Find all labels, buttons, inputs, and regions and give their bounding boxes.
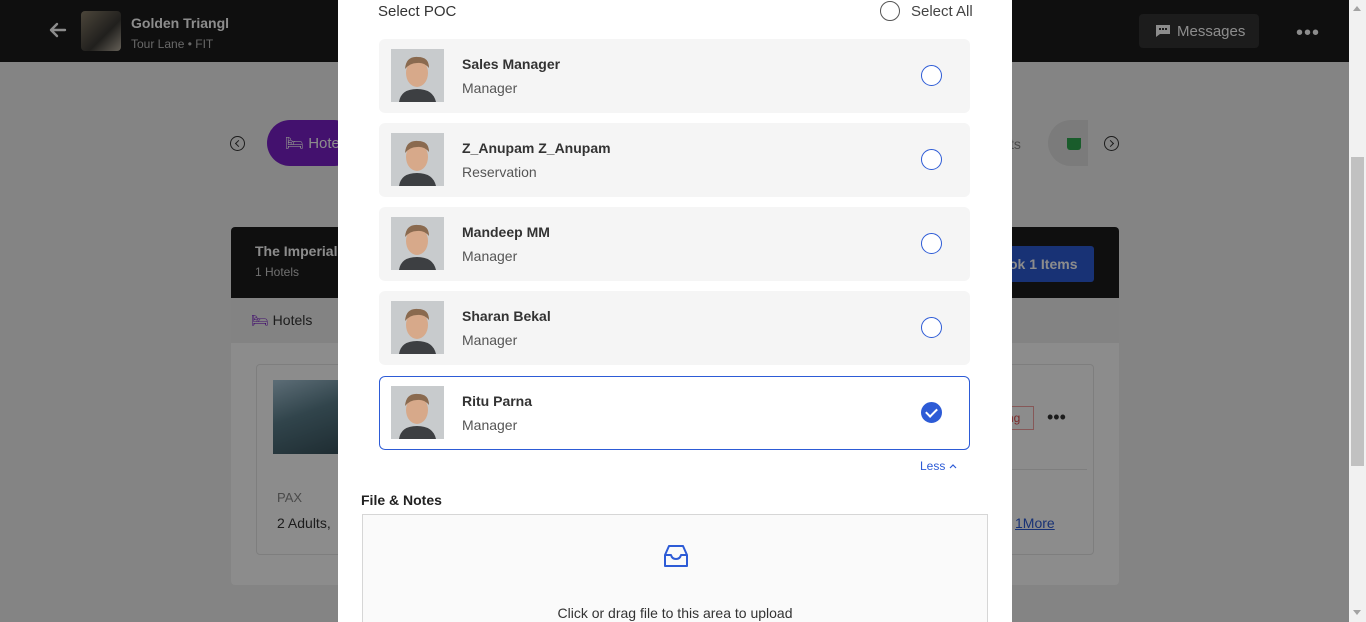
poc-radio[interactable] <box>921 317 942 338</box>
select-all-radio[interactable] <box>880 1 900 21</box>
poc-role: Manager <box>462 417 518 433</box>
poc-item[interactable]: Sales Manager Manager <box>379 39 970 113</box>
poc-role: Manager <box>462 80 518 96</box>
poc-item[interactable]: Mandeep MM Manager <box>379 207 970 281</box>
poc-name: Sharan Bekal <box>462 308 551 324</box>
poc-radio[interactable] <box>921 233 942 254</box>
scroll-up-icon[interactable] <box>1353 6 1361 11</box>
select-all-label: Select All <box>911 2 973 20</box>
poc-item[interactable]: Z_Anupam Z_Anupam Reservation <box>379 123 970 197</box>
poc-name: Sales Manager <box>462 56 561 72</box>
avatar <box>391 386 444 439</box>
poc-modal: Select POC Select All Sales Manager Manag… <box>338 0 1012 622</box>
poc-role: Manager <box>462 248 518 264</box>
poc-radio[interactable] <box>921 149 942 170</box>
poc-role: Reservation <box>462 164 537 180</box>
scroll-down-icon[interactable] <box>1353 610 1361 615</box>
file-upload-dropzone[interactable]: Click or drag file to this area to uploa… <box>362 514 988 622</box>
avatar <box>391 49 444 102</box>
less-label: Less <box>920 459 946 473</box>
select-poc-title: Select POC <box>378 3 457 20</box>
avatar <box>391 301 444 354</box>
poc-name: Ritu Parna <box>462 393 533 409</box>
select-all-option[interactable]: Select All <box>880 1 973 21</box>
poc-radio[interactable] <box>921 65 942 86</box>
avatar <box>391 217 444 270</box>
poc-item[interactable]: Ritu Parna Manager <box>379 376 970 450</box>
chevron-up-icon <box>949 464 957 469</box>
less-toggle[interactable]: Less <box>920 459 957 473</box>
file-notes-title: File & Notes <box>361 492 442 508</box>
poc-item[interactable]: Sharan Bekal Manager <box>379 291 970 365</box>
poc-role: Manager <box>462 332 518 348</box>
poc-radio[interactable] <box>921 402 942 423</box>
page-scrollbar[interactable] <box>1349 0 1366 622</box>
scroll-thumb[interactable] <box>1351 157 1364 466</box>
inbox-icon <box>664 545 688 567</box>
upload-hint: Click or drag file to this area to uploa… <box>557 605 793 621</box>
poc-name: Z_Anupam Z_Anupam <box>462 140 611 156</box>
poc-name: Mandeep MM <box>462 224 550 240</box>
avatar <box>391 133 444 186</box>
